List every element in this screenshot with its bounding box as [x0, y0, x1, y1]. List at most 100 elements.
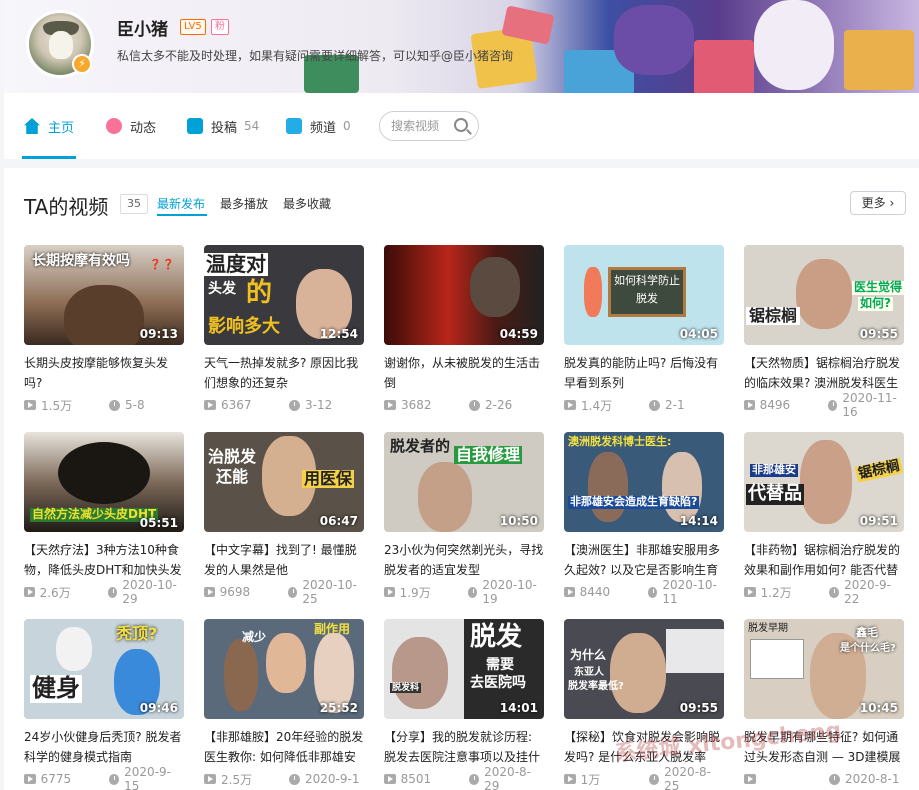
video-thumbnail[interactable]: 减少 副作用 25:52 — [204, 619, 364, 719]
video-title[interactable]: 【分享】我的脱发就诊历程: 脱发去医院注意事项以及挂什 — [384, 727, 544, 767]
thumbnail-caption: 为什么 — [570, 648, 607, 662]
video-thumbnail[interactable]: 为什么 东亚人 脱发率最低? 09:55 — [564, 619, 724, 719]
video-card[interactable]: 04:59 谢谢你，从未被脱发的生活击倒 3682 2-26 — [384, 245, 544, 412]
video-thumbnail[interactable]: 治脱发 还能 用医保 06:47 — [204, 432, 364, 532]
play-count-icon — [564, 774, 576, 784]
video-thumbnail[interactable]: 如何科学防止 脱发 04:05 — [564, 245, 724, 345]
play-count-icon — [744, 774, 756, 784]
video-card[interactable]: 自然方法减少头皮DHT 05:51 【天然疗法】3种方法10种食物，降低头皮DH… — [24, 432, 184, 606]
video-card[interactable]: 锯棕榈 医生觉得 如何? 09:55 【天然物质】锯棕榈治疗脱发的临床效果? 澳… — [744, 245, 904, 419]
sort-most-favorited[interactable]: 最多收藏 — [283, 195, 331, 212]
clock-icon — [469, 399, 480, 411]
publish-date: 2020-10-11 — [662, 578, 717, 606]
video-title[interactable]: 谢谢你，从未被脱发的生活击倒 — [384, 353, 544, 393]
profile-banner: ⚡ 臣小猪 LV5 粉 私信太多不能及时处理，如果有疑问需要详细解答，可以知乎@… — [4, 0, 919, 93]
thumbnail-caption: 非那雄安会造成生育缺陷? — [568, 495, 700, 509]
video-thumbnail[interactable]: 自然方法减少头皮DHT 05:51 — [24, 432, 184, 532]
more-button[interactable]: 更多 › — [850, 191, 906, 215]
video-card[interactable]: 澳洲脱发科博士医生: 非那雄安会造成生育缺陷? 14:14 【澳洲医生】非那雄安… — [564, 432, 724, 606]
thumbnail-caption: 如何科学防止 — [614, 274, 680, 287]
video-title[interactable]: 【中文字幕】找到了! 最懂脱发的人果然是他 — [204, 540, 364, 580]
thumbnail-caption: 减少 — [242, 630, 267, 644]
tab-dynamic[interactable]: 动态 — [106, 115, 156, 137]
video-thumbnail[interactable]: 非那雄安 代替品 锯棕榈 09:51 — [744, 432, 904, 532]
video-duration: 09:13 — [139, 327, 178, 341]
publish-date: 2020-10-29 — [122, 578, 177, 606]
video-thumbnail[interactable]: 锯棕榈 医生觉得 如何? 09:55 — [744, 245, 904, 345]
video-title[interactable]: 天气一热掉发就多? 原因比我们想象的还复杂 — [204, 353, 364, 393]
user-name[interactable]: 臣小猪 — [117, 15, 168, 40]
video-thumbnail[interactable]: 长期按摩有效吗 ？？ 09:13 — [24, 245, 184, 345]
world-map-graphic — [666, 629, 724, 673]
section-count: 35 — [120, 194, 148, 214]
video-title[interactable]: 【非那雄胺】20年经验的脱发医生教你: 如何降低非那雄安 — [204, 727, 364, 767]
video-meta: 1.9万 2020-10-19 — [384, 578, 544, 606]
video-title[interactable]: 【天然疗法】3种方法10种食物，降低头皮DHT和加快头发 — [24, 540, 184, 580]
video-thumbnail[interactable]: 脱发 需要 去医院吗 脱发科 14:01 — [384, 619, 544, 719]
play-count: 1.5万 — [41, 398, 73, 413]
video-card[interactable]: 温度对 头发 的 影响多大 12:54 天气一热掉发就多? 原因比我们想象的还复… — [204, 245, 364, 412]
video-card[interactable]: 非那雄安 代替品 锯棕榈 09:51 【非药物】锯棕榈治疗脱发的效果和副作用如何… — [744, 432, 904, 606]
video-title[interactable]: 24岁小伙健身后秃顶? 脱发者科学的健身模式指南 — [24, 727, 184, 767]
thumbnail-caption: 的 — [246, 278, 273, 308]
play-count: 6775 — [40, 772, 72, 786]
play-count: 9698 — [219, 585, 251, 599]
video-thumbnail[interactable]: 澳洲脱发科博士医生: 非那雄安会造成生育缺陷? 14:14 — [564, 432, 724, 532]
video-thumbnail[interactable]: 秃顶? 健身 09:46 — [24, 619, 184, 719]
tab-uploads[interactable]: 投稿 54 — [187, 115, 259, 137]
clock-icon — [287, 586, 298, 598]
video-title[interactable]: 【澳洲医生】非那雄安服用多久起效? 以及它是否影响生育 — [564, 540, 724, 580]
clock-icon — [289, 399, 300, 411]
search-icon[interactable] — [454, 118, 468, 132]
play-count-icon — [564, 400, 576, 410]
play-count-icon — [204, 587, 215, 597]
video-meta: 3682 2-26 — [384, 398, 544, 412]
video-thumbnail[interactable]: 04:59 — [384, 245, 544, 345]
video-card[interactable]: 脱发者的 自我修理 10:50 23小伙为何突然剃光头，寻找脱发者的适宜发型 1… — [384, 432, 544, 606]
play-count: 6367 — [221, 398, 252, 412]
chevron-right-icon: › — [889, 196, 895, 210]
video-card[interactable]: 如何科学防止 脱发 04:05 脱发真的能防止吗? 后悔没有早看到系列 1.4万… — [564, 245, 724, 413]
video-meta: 1.4万 2-1 — [564, 398, 724, 413]
video-title[interactable]: 长期头皮按摩能够恢复头发吗? — [24, 353, 184, 393]
video-title[interactable]: 脱发真的能防止吗? 后悔没有早看到系列 — [564, 353, 724, 393]
thumbnail-caption: 需要 — [486, 657, 514, 673]
video-duration: 14:14 — [679, 514, 718, 528]
channels-count: 0 — [343, 119, 351, 133]
play-count: 1.9万 — [399, 585, 431, 600]
video-title[interactable]: 23小伙为何突然剃光头，寻找脱发者的适宜发型 — [384, 540, 544, 580]
video-card[interactable]: 长期按摩有效吗 ？？ 09:13 长期头皮按摩能够恢复头发吗? 1.5万 5-8 — [24, 245, 184, 413]
thumbnail-caption: 还能 — [216, 467, 249, 486]
user-signature: 私信太多不能及时处理，如果有疑问需要详细解答，可以知乎@臣小猪咨询 — [117, 49, 514, 63]
tab-channels[interactable]: 频道 0 — [286, 115, 351, 137]
video-duration: 04:59 — [499, 327, 538, 341]
video-duration: 10:50 — [499, 514, 538, 528]
video-title[interactable]: 【天然物质】锯棕榈治疗脱发的临床效果? 澳洲脱发科医生 — [744, 353, 904, 393]
clock-icon — [289, 773, 300, 785]
video-duration: 05:51 — [139, 516, 178, 530]
video-card[interactable]: 秃顶? 健身 09:46 24岁小伙健身后秃顶? 脱发者科学的健身模式指南 67… — [24, 619, 184, 790]
video-card[interactable]: 脱发 需要 去医院吗 脱发科 14:01 【分享】我的脱发就诊历程: 脱发去医院… — [384, 619, 544, 790]
clock-icon — [467, 586, 478, 598]
sort-most-played[interactable]: 最多播放 — [220, 195, 268, 212]
thumbnail-caption: 如何? — [858, 296, 893, 311]
sort-latest[interactable]: 最新发布 — [157, 195, 205, 212]
tab-dynamic-label: 动态 — [130, 120, 157, 136]
video-thumbnail[interactable]: 温度对 头发 的 影响多大 12:54 — [204, 245, 364, 345]
video-title[interactable]: 【非药物】锯棕榈治疗脱发的效果和副作用如何? 能否代替 — [744, 540, 904, 580]
video-duration: 09:55 — [859, 327, 898, 341]
video-card[interactable]: 脱发早期 鑫毛 是个什么毛? 10:45 脱发早期有哪些特征? 如何通过头发形态… — [744, 619, 904, 786]
video-thumbnail[interactable]: 脱发者的 自我修理 10:50 — [384, 432, 544, 532]
video-meta: 2020-8-1 — [744, 772, 904, 786]
thumbnail-caption: 影响多大 — [208, 316, 280, 337]
thumbnail-caption: 副作用 — [314, 622, 351, 636]
tab-home[interactable]: 主页 — [24, 115, 74, 137]
video-card[interactable]: 治脱发 还能 用医保 06:47 【中文字幕】找到了! 最懂脱发的人果然是他 9… — [204, 432, 364, 606]
video-thumbnail[interactable]: 脱发早期 鑫毛 是个什么毛? 10:45 — [744, 619, 904, 719]
publish-date: 2020-10-25 — [302, 578, 357, 606]
search-input[interactable] — [391, 112, 455, 140]
play-count-icon — [24, 774, 36, 784]
play-count: 8440 — [579, 585, 611, 599]
video-card[interactable]: 减少 副作用 25:52 【非那雄胺】20年经验的脱发医生教你: 如何降低非那雄… — [204, 619, 364, 787]
profile-nav: 主页 动态 投稿 54 频道 0 — [4, 93, 919, 159]
